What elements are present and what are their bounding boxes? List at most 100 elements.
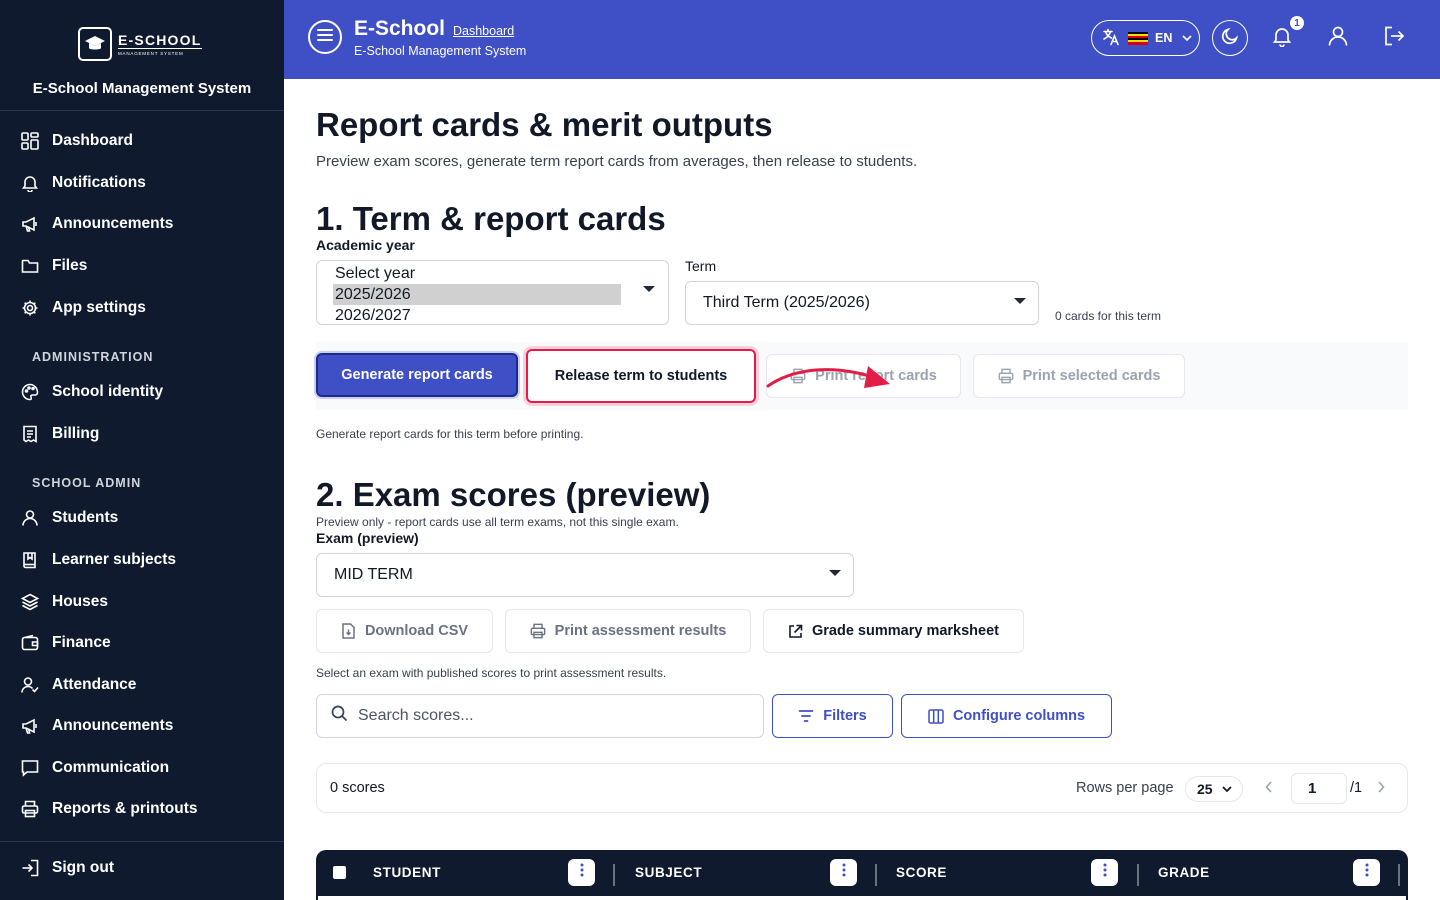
column-header-grade[interactable]: GRADE: [1158, 865, 1210, 880]
column-header-score[interactable]: SCORE: [896, 865, 947, 880]
page-description: Preview exam scores, generate term repor…: [316, 153, 918, 170]
next-page-icon[interactable]: [1377, 781, 1385, 793]
graduation-cap-icon: [78, 27, 112, 61]
megaphone-icon: [20, 716, 40, 736]
column-menu-button[interactable]: [1091, 859, 1118, 886]
academic-year-select[interactable]: Select year 2025/2026 2026/2027: [316, 260, 669, 325]
column-resize-handle[interactable]: [1398, 864, 1400, 886]
sidebar-item-billing[interactable]: Billing: [20, 419, 99, 449]
columns-icon: [928, 708, 944, 724]
select-all-checkbox[interactable]: [333, 866, 346, 879]
rows-per-page-select[interactable]: 25: [1185, 776, 1243, 802]
sidebar-item-school-identity[interactable]: School identity: [20, 377, 163, 407]
app-logo[interactable]: E-SCHOOL MANAGEMENT SYSTEM: [78, 26, 206, 62]
sidebar-item-label: Announcements: [52, 215, 174, 232]
breadcrumb-dashboard[interactable]: Dashboard: [453, 24, 514, 38]
column-resize-handle[interactable]: [1137, 864, 1139, 886]
sidebar-sign-out[interactable]: Sign out: [20, 853, 114, 883]
exam-hint: Select an exam with published scores to …: [316, 666, 667, 680]
sidebar-item-announcements[interactable]: Announcements: [20, 209, 173, 239]
print-assessment-results-button[interactable]: Print assessment results: [505, 609, 751, 653]
column-menu-button[interactable]: [1353, 859, 1380, 886]
release-term-button[interactable]: Release term to students: [526, 349, 756, 403]
exam-label: Exam (preview): [316, 530, 419, 546]
filter-lines-icon: [798, 709, 814, 723]
kebab-icon: [842, 863, 846, 882]
header-subtitle: E-School Management System: [354, 44, 527, 58]
chat-icon: [20, 758, 40, 778]
column-header-student[interactable]: STUDENT: [373, 865, 441, 880]
term-label: Term: [685, 258, 717, 274]
print-assessment-results-label: Print assessment results: [554, 623, 727, 639]
sidebar-item-students[interactable]: Students: [20, 503, 118, 533]
gear-icon: [20, 298, 40, 318]
page-number-input[interactable]: 1: [1291, 773, 1347, 804]
sidebar-item-label: Reports & printouts: [52, 800, 198, 817]
exam-select[interactable]: MID TERM: [316, 553, 854, 597]
theme-toggle-button[interactable]: [1212, 20, 1248, 56]
generate-hint: Generate report cards for this term befo…: [316, 427, 584, 441]
rows-per-page-value: 25: [1197, 781, 1213, 797]
kebab-icon: [1365, 863, 1369, 882]
cards-count: 0 cards for this term: [1055, 309, 1162, 323]
prev-page-icon[interactable]: [1265, 781, 1273, 793]
year-option-selected[interactable]: 2025/2026: [333, 284, 621, 305]
sidebar-item-reports-printouts[interactable]: Reports & printouts: [20, 794, 198, 824]
pointer-arrow-annotation: [766, 366, 890, 388]
sidebar-item-label: School identity: [52, 383, 164, 400]
notifications-button[interactable]: [1269, 25, 1295, 51]
sidebar-item-finance[interactable]: Finance: [20, 628, 111, 658]
column-menu-button[interactable]: [830, 859, 857, 886]
search-scores-input[interactable]: [358, 707, 738, 725]
profile-button[interactable]: [1325, 25, 1351, 51]
print-selected-cards-button[interactable]: Print selected cards: [973, 354, 1185, 398]
sidebar-item-files[interactable]: Files: [20, 251, 87, 281]
column-resize-handle[interactable]: [875, 864, 877, 886]
printer-icon: [20, 799, 40, 819]
sidebar-item-dashboard[interactable]: Dashboard: [20, 126, 133, 156]
column-header-subject[interactable]: SUBJECT: [635, 865, 702, 880]
year-option[interactable]: Select year: [317, 263, 668, 284]
language-selector[interactable]: EN: [1091, 20, 1200, 56]
term-select[interactable]: Third Term (2025/2026): [685, 281, 1039, 325]
sidebar-title: E-School Management System: [32, 80, 252, 97]
search-scores-field[interactable]: [316, 694, 764, 738]
sidebar-item-label: Dashboard: [52, 132, 133, 149]
top-header: E-School Dashboard E-School Management S…: [284, 0, 1440, 79]
sidebar-item-attendance[interactable]: Attendance: [20, 670, 136, 700]
sidebar-item-houses[interactable]: Houses: [20, 587, 108, 617]
filters-button[interactable]: Filters: [772, 694, 893, 738]
sidebar-item-learner-subjects[interactable]: Learner subjects: [20, 545, 176, 575]
generate-report-cards-button[interactable]: Generate report cards: [316, 353, 518, 397]
sidebar-item-label: Announcements: [52, 717, 174, 734]
configure-columns-label: Configure columns: [952, 708, 1086, 724]
year-option[interactable]: 2026/2027: [317, 305, 668, 326]
chevron-down-icon: [1182, 35, 1192, 41]
sign-out-icon: [20, 858, 40, 878]
bell-icon: [1271, 25, 1293, 52]
filters-label: Filters: [823, 708, 867, 724]
sidebar-item-notifications[interactable]: Notifications: [20, 168, 146, 198]
file-download-icon: [341, 623, 356, 639]
sidebar-item-announcements-school[interactable]: Announcements: [20, 711, 173, 741]
sidebar-item-app-settings[interactable]: App settings: [20, 293, 146, 323]
configure-columns-button[interactable]: Configure columns: [901, 694, 1112, 738]
dashboard-icon: [20, 131, 40, 151]
sidebar-item-label: Attendance: [52, 676, 137, 693]
table-toolbar: 0 scores Rows per page 25 1 /1: [316, 763, 1408, 813]
grade-summary-marksheet-button[interactable]: Grade summary marksheet: [763, 609, 1024, 653]
sidebar-item-label: Notifications: [52, 174, 146, 191]
sidebar-item-communication[interactable]: Communication: [20, 753, 169, 783]
column-resize-handle[interactable]: [613, 864, 615, 886]
column-menu-button[interactable]: [568, 859, 595, 886]
sidebar-item-label: Learner subjects: [52, 551, 177, 568]
logout-button[interactable]: [1381, 25, 1407, 51]
printer-icon: [530, 623, 546, 639]
page-title: Report cards & merit outputs: [316, 106, 773, 143]
hamburger-icon: [317, 28, 333, 47]
sidebar-item-label: Billing: [52, 425, 100, 442]
logo-subtitle: MANAGEMENT SYSTEM: [118, 50, 184, 56]
menu-toggle-button[interactable]: [308, 20, 342, 54]
download-csv-button[interactable]: Download CSV: [316, 609, 493, 653]
printer-icon: [998, 368, 1014, 384]
